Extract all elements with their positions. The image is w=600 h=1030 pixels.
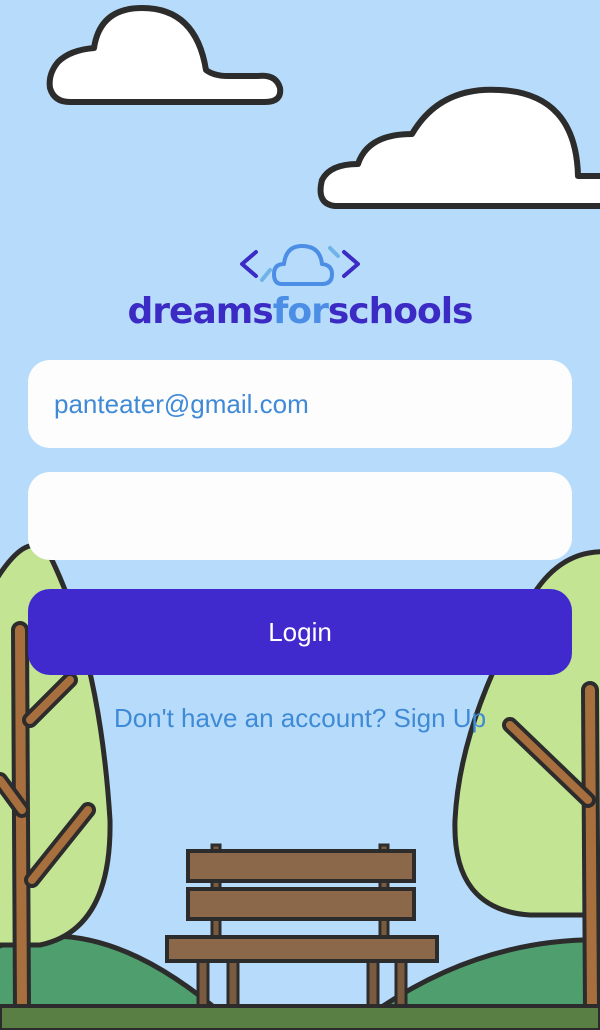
cloud-code-icon [240, 244, 360, 286]
login-button[interactable]: Login [28, 589, 572, 675]
cloud-right-icon [317, 86, 600, 209]
email-input[interactable] [54, 388, 546, 420]
brand-wordmark: dreamsforschools [0, 292, 600, 332]
brand-name-part2: for [272, 291, 329, 332]
signup-link[interactable]: Don't have an account? Sign Up [0, 703, 600, 734]
brand-name-part3: schools [327, 291, 474, 332]
bench-icon [165, 843, 439, 1012]
password-field[interactable] [28, 472, 572, 560]
email-field[interactable] [28, 360, 572, 448]
brand-name-part1: dreams [127, 291, 274, 332]
brand-logo: dreamsforschools [0, 240, 600, 332]
ground [0, 1004, 600, 1030]
cloud-left-icon [46, 5, 284, 105]
password-input[interactable] [54, 500, 546, 532]
